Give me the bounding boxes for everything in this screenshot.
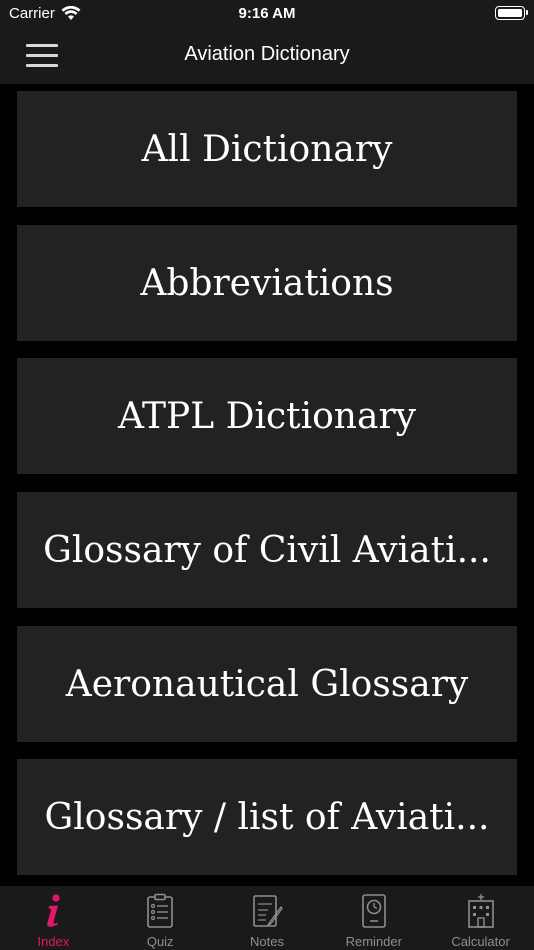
list-item-all-dictionary[interactable]: All Dictionary [17,91,517,207]
status-bar: Carrier 9:16 AM [0,0,534,28]
tab-bar: Index Quiz Notes Reminder Calculator [0,886,534,950]
tab-label: Reminder [345,934,402,949]
battery-icon [495,6,528,20]
list-item-label: Glossary of Civil Aviati... [43,529,491,571]
tab-calculator[interactable]: Calculator [427,886,534,950]
clipboard-icon [147,893,173,928]
list-item-aeronautical-glossary[interactable]: Aeronautical Glossary [17,626,517,742]
building-icon [467,894,494,928]
clock-icon [361,894,386,928]
app-screen: Carrier 9:16 AM Aviation Dictionary All … [0,0,534,950]
tab-reminder[interactable]: Reminder [320,886,427,950]
list-item-label: ATPL Dictionary [117,395,416,437]
page-title: Aviation Dictionary [184,43,350,65]
tab-notes[interactable]: Notes [214,886,321,950]
tab-quiz[interactable]: Quiz [107,886,214,950]
tab-label: Notes [250,934,284,949]
notes-icon [253,895,283,927]
list-item-glossary-civil-aviation[interactable]: Glossary of Civil Aviati... [17,492,517,608]
list-item-label: All Dictionary [141,128,393,170]
tab-label: Quiz [146,934,174,949]
list-item-label: Abbreviations [140,262,394,304]
list-item-abbreviations[interactable]: Abbreviations [17,225,517,341]
info-icon [47,894,60,927]
battery-level [498,9,522,17]
list-item-label: Aeronautical Glossary [65,663,469,705]
list-item-label: Glossary / list of Aviati... [44,796,490,838]
dictionary-list: All Dictionary Abbreviations ATPL Dictio… [0,84,534,886]
tab-index[interactable]: Index [0,886,107,950]
list-item-glossary-list-aviation[interactable]: Glossary / list of Aviati... [17,759,517,875]
status-time: 9:16 AM [238,5,296,22]
navigation-bar: Aviation Dictionary [0,28,534,84]
tab-label: Index [37,934,70,949]
list-item-atpl-dictionary[interactable]: ATPL Dictionary [17,358,517,474]
tab-label: Calculator [451,934,510,949]
